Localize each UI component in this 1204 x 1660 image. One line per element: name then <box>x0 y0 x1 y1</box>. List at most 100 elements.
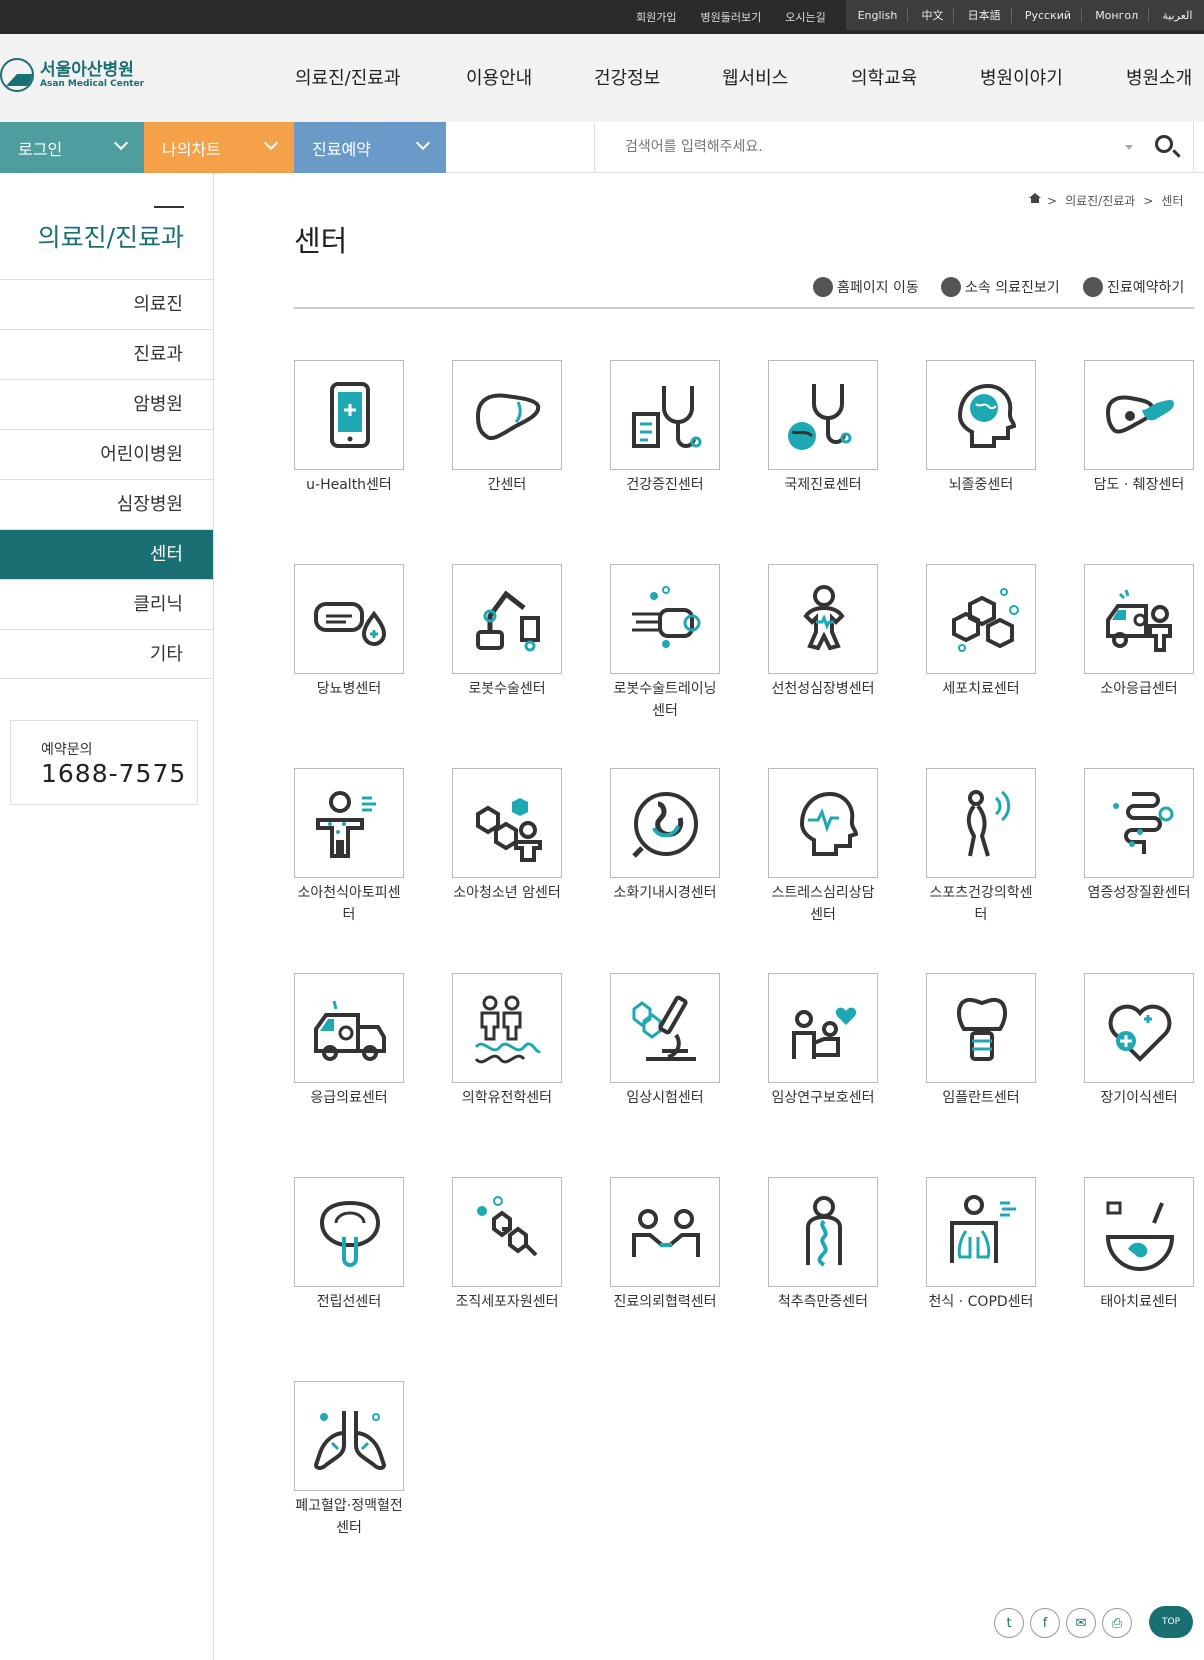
nav-guide[interactable]: 이용안내 <box>466 64 532 90</box>
center-label[interactable]: 조직세포자원센터 <box>432 1291 582 1313</box>
center-card[interactable] <box>768 768 878 878</box>
lang-arabic[interactable]: العربية <box>1152 9 1202 22</box>
lang-mongolian[interactable]: Монгол <box>1085 8 1150 22</box>
nav-health-info[interactable]: 건강정보 <box>594 64 660 90</box>
nav-doctors[interactable]: 의료진/진료과 <box>295 64 400 90</box>
center-card[interactable] <box>926 360 1036 470</box>
side-nav-item-heart[interactable]: 심장병원 <box>0 479 213 529</box>
homepage-link[interactable]: 홈페이지 이동 <box>813 277 919 297</box>
center-card[interactable] <box>294 564 404 674</box>
center-label[interactable]: 임상시험센터 <box>590 1087 740 1109</box>
center-card[interactable] <box>768 1177 878 1287</box>
center-card[interactable] <box>294 768 404 878</box>
doctors-link[interactable]: 소속 의료진보기 <box>941 277 1060 297</box>
center-label[interactable]: 임플란트센터 <box>906 1087 1056 1109</box>
center-label[interactable]: 뇌졸중센터 <box>906 474 1056 496</box>
center-card[interactable] <box>610 973 720 1083</box>
logo[interactable]: 서울아산병원 Asan Medical Center <box>0 58 144 92</box>
center-label[interactable]: 로봇수술센터 <box>432 678 582 700</box>
center-label[interactable]: 소화기내시경센터 <box>590 882 740 904</box>
side-nav-item-etc[interactable]: 기타 <box>0 629 213 679</box>
center-label[interactable]: 천식 · COPD센터 <box>906 1291 1056 1313</box>
center-card[interactable] <box>1084 768 1194 878</box>
center-card[interactable] <box>452 768 562 878</box>
side-nav-item-clinic[interactable]: 클리닉 <box>0 579 213 629</box>
center-label[interactable]: 소아천식아토피센 터 <box>274 882 424 926</box>
facebook-icon[interactable]: f <box>1030 1608 1060 1638</box>
mail-icon[interactable]: ✉ <box>1066 1608 1096 1638</box>
mychart-button[interactable]: 나의차트 <box>144 122 294 173</box>
center-label[interactable]: 응급의료센터 <box>274 1087 424 1109</box>
center-label[interactable]: u-Health센터 <box>274 474 424 496</box>
center-label[interactable]: 폐고혈압·정맥혈전 센터 <box>274 1495 424 1539</box>
center-label[interactable]: 소아응급센터 <box>1064 678 1204 700</box>
scroll-top-button[interactable]: TOP <box>1149 1606 1193 1638</box>
center-label[interactable]: 태아치료센터 <box>1064 1291 1204 1313</box>
center-label[interactable]: 염증성장질환센터 <box>1064 882 1204 904</box>
print-icon[interactable]: ⎙ <box>1102 1608 1132 1638</box>
side-nav-item-doctors[interactable]: 의료진 <box>0 279 213 329</box>
reserve-button[interactable]: 진료예약 <box>294 122 446 173</box>
center-card[interactable] <box>926 1177 1036 1287</box>
center-label[interactable]: 스포츠건강의학센 터 <box>906 882 1056 926</box>
nav-about[interactable]: 병원소개 <box>1126 64 1192 90</box>
center-card[interactable] <box>768 564 878 674</box>
center-label[interactable]: 임상연구보호센터 <box>748 1087 898 1109</box>
nav-story[interactable]: 병원이야기 <box>980 64 1063 90</box>
center-label[interactable]: 건강증진센터 <box>590 474 740 496</box>
center-label[interactable]: 간센터 <box>432 474 582 496</box>
center-label[interactable]: 척추측만증센터 <box>748 1291 898 1313</box>
lang-russian[interactable]: Русский <box>1015 8 1083 22</box>
side-nav-item-center[interactable]: 센터 <box>0 529 213 579</box>
side-nav-item-children[interactable]: 어린이병원 <box>0 429 213 479</box>
center-card[interactable] <box>610 564 720 674</box>
center-card[interactable] <box>1084 973 1194 1083</box>
side-nav-item-cancer[interactable]: 암병원 <box>0 379 213 429</box>
center-label[interactable]: 진료의뢰협력센터 <box>590 1291 740 1313</box>
center-card[interactable] <box>294 360 404 470</box>
center-card[interactable] <box>452 564 562 674</box>
search-input[interactable] <box>625 134 1095 160</box>
center-card[interactable] <box>926 564 1036 674</box>
center-card[interactable] <box>1084 564 1194 674</box>
nav-web-service[interactable]: 웹서비스 <box>722 64 788 90</box>
util-link-directions[interactable]: 오시는길 <box>785 9 825 25</box>
reserve-link[interactable]: 진료예약하기 <box>1083 277 1184 297</box>
center-card[interactable] <box>610 360 720 470</box>
center-label[interactable]: 장기이식센터 <box>1064 1087 1204 1109</box>
side-nav-item-departments[interactable]: 진료과 <box>0 329 213 379</box>
center-label[interactable]: 국제진료센터 <box>748 474 898 496</box>
center-card[interactable] <box>926 973 1036 1083</box>
center-card[interactable] <box>452 1177 562 1287</box>
twitter-icon[interactable]: t <box>994 1608 1024 1638</box>
center-card[interactable] <box>1084 360 1194 470</box>
center-label[interactable]: 소아청소년 암센터 <box>432 882 582 904</box>
login-button[interactable]: 로그인 <box>0 122 144 173</box>
center-card[interactable] <box>294 1177 404 1287</box>
nav-education[interactable]: 의학교육 <box>851 64 917 90</box>
center-card[interactable] <box>768 973 878 1083</box>
center-card[interactable] <box>610 768 720 878</box>
center-card[interactable] <box>610 1177 720 1287</box>
center-card[interactable] <box>1084 1177 1194 1287</box>
center-label[interactable]: 의학유전학센터 <box>432 1087 582 1109</box>
center-card[interactable] <box>768 360 878 470</box>
home-icon[interactable] <box>1029 193 1041 203</box>
breadcrumb-item[interactable]: 의료진/진료과 <box>1065 192 1135 209</box>
center-label[interactable]: 로봇수술트레이닝 센터 <box>590 678 740 722</box>
center-card[interactable] <box>926 768 1036 878</box>
center-card[interactable] <box>452 360 562 470</box>
caret-down-icon[interactable] <box>1125 145 1133 150</box>
center-card[interactable] <box>294 973 404 1083</box>
center-card[interactable] <box>294 1381 404 1491</box>
util-link-tour[interactable]: 병원둘러보기 <box>700 9 761 25</box>
util-link-join[interactable]: 회원가입 <box>636 9 676 25</box>
center-card[interactable] <box>452 973 562 1083</box>
center-label[interactable]: 전립선센터 <box>274 1291 424 1313</box>
center-label[interactable]: 선천성심장병센터 <box>748 678 898 700</box>
lang-chinese[interactable]: 中文 <box>911 7 955 23</box>
lang-japanese[interactable]: 日本語 <box>958 7 1012 23</box>
center-label[interactable]: 세포치료센터 <box>906 678 1056 700</box>
center-label[interactable]: 스트레스심리상담 센터 <box>748 882 898 926</box>
search-icon[interactable] <box>1155 135 1173 153</box>
